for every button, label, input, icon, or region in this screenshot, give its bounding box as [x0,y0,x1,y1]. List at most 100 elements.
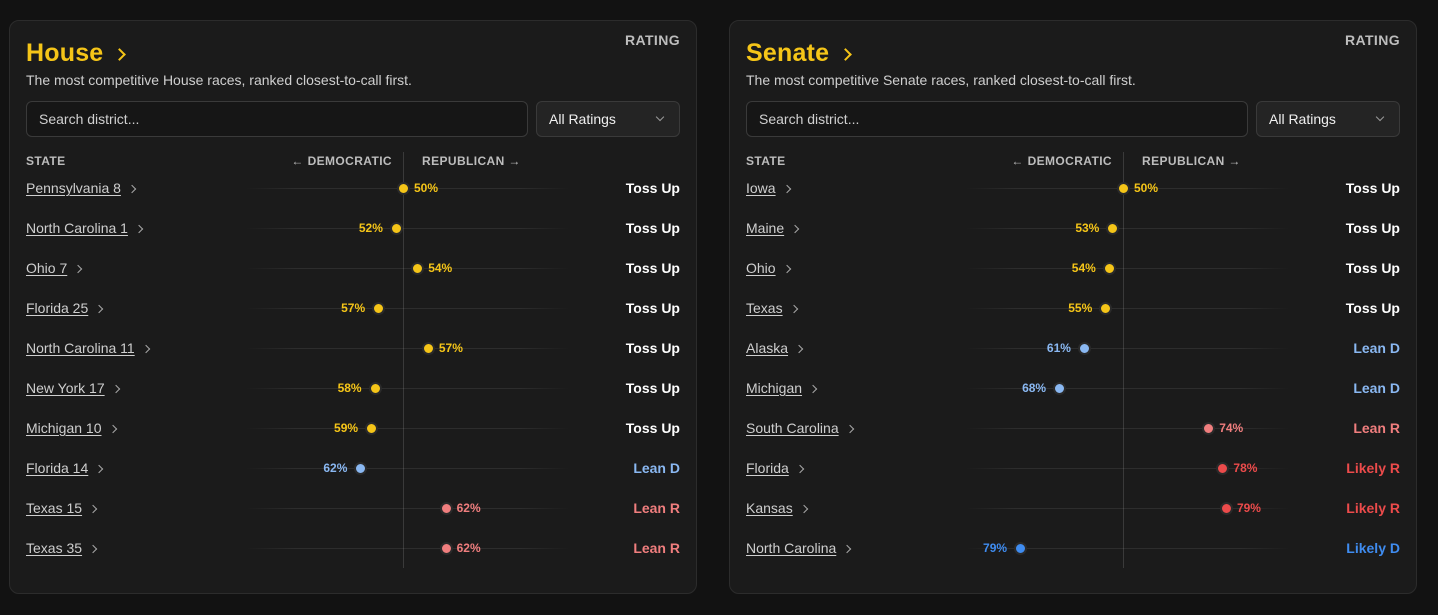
race-marker-dot [411,262,425,275]
race-track [246,548,570,549]
race-rating: Toss Up [1345,220,1400,236]
race-link[interactable]: Ohio 7 [26,260,67,276]
race-marker-dot [1117,182,1130,195]
race-marker-dot [1014,542,1028,555]
chevron-right-icon[interactable] [88,504,98,514]
chevron-right-icon[interactable] [94,304,104,314]
race-link[interactable]: Michigan 10 [26,420,102,436]
race-marker-dot [1106,222,1120,235]
race-row: Florida 14 62% Lean D [10,449,696,489]
race-percentage: 53% [1075,221,1100,235]
race-link[interactable]: Alaska [746,340,788,356]
race-track [246,228,570,229]
chevron-right-icon[interactable] [839,48,853,61]
race-rating: Lean D [1353,380,1400,396]
race-link[interactable]: Florida 25 [26,300,88,316]
rating-filter-select[interactable]: All Ratings [536,101,680,137]
column-header-rating: RATING [1344,32,1400,48]
chevron-right-icon[interactable] [111,384,121,394]
race-track [966,268,1290,269]
race-percentage: 62% [456,501,481,515]
race-rating: Likely R [1346,460,1400,476]
chevron-right-icon[interactable] [795,464,805,474]
race-rating: Toss Up [625,340,680,356]
race-rating: Toss Up [625,380,680,396]
race-link[interactable]: Ohio [746,260,776,276]
race-link[interactable]: New York 17 [26,380,105,396]
race-rating: Toss Up [625,260,680,276]
race-link[interactable]: Iowa [746,180,776,196]
race-track [966,308,1290,309]
chevron-down-icon [655,112,665,122]
race-link[interactable]: North Carolina 11 [26,340,135,356]
race-link[interactable]: Texas 35 [26,540,82,556]
race-marker-dot [1216,462,1230,475]
column-header-state: STATE [746,154,786,168]
race-link[interactable]: Maine [746,220,784,236]
chevron-right-icon[interactable] [113,48,127,61]
chevron-right-icon[interactable] [845,424,855,434]
race-track [966,348,1290,349]
race-marker-dot [1053,382,1067,395]
race-rating: Lean R [1353,420,1400,436]
chevron-right-icon[interactable] [73,264,83,274]
race-row: Texas 35 62% Lean R [10,529,696,569]
chevron-right-icon[interactable] [790,224,800,234]
race-percentage: 62% [323,461,348,475]
race-link[interactable]: Florida [746,460,789,476]
chevron-right-icon[interactable] [842,544,852,554]
race-track [966,228,1290,229]
race-marker-dot [354,462,368,475]
race-link[interactable]: Texas 15 [26,500,82,516]
chevron-right-icon[interactable] [141,344,151,354]
race-link[interactable]: Texas [746,300,783,316]
race-link[interactable]: Michigan [746,380,802,396]
arrow-left-icon: ← [291,154,304,168]
race-rating: Toss Up [1345,180,1400,196]
column-header-rating: RATING [624,32,680,48]
chevron-right-icon[interactable] [134,224,144,234]
race-percentage: 50% [414,181,439,195]
chevron-right-icon[interactable] [799,504,809,514]
search-input[interactable] [746,101,1248,137]
chevron-right-icon[interactable] [782,264,792,274]
chevron-right-icon[interactable] [94,464,104,474]
panel-title[interactable]: Senate [746,39,829,68]
column-header-state: STATE [26,154,66,168]
democratic-label: DEMOCRATIC [1027,154,1112,168]
race-link[interactable]: Florida 14 [26,460,88,476]
race-row: Ohio 7 54% Toss Up [10,249,696,289]
search-input[interactable] [26,101,528,137]
chevron-right-icon[interactable] [794,344,804,354]
column-header-republican: REPUBLICAN → [422,154,521,168]
chevron-right-icon[interactable] [127,184,137,194]
chevron-right-icon[interactable] [808,384,818,394]
race-row: Iowa 50% Toss Up [730,169,1416,209]
race-percentage: 57% [341,301,366,315]
chevron-right-icon[interactable] [789,304,799,314]
race-link[interactable]: North Carolina 1 [26,220,128,236]
chevron-right-icon[interactable] [108,424,118,434]
race-row: Ohio 54% Toss Up [730,249,1416,289]
race-link[interactable]: Pennsylvania 8 [26,180,121,196]
race-rating: Likely R [1346,500,1400,516]
rating-filter-select[interactable]: All Ratings [1256,101,1400,137]
rating-filter-value: All Ratings [1269,111,1336,127]
panel-title[interactable]: House [26,39,103,68]
senate-title-row[interactable]: Senate [746,39,853,68]
race-rating: Lean D [633,460,680,476]
race-percentage: 54% [428,261,453,275]
race-link[interactable]: South Carolina [746,420,839,436]
house-title-row[interactable]: House [26,39,127,68]
race-link[interactable]: North Carolina [746,540,836,556]
column-header-republican: REPUBLICAN → [1142,154,1241,168]
race-track [246,508,570,509]
race-percentage: 52% [358,221,383,235]
race-marker-dot [1102,262,1116,275]
column-header-democratic: ← DEMOCRATIC [291,154,392,168]
race-track [246,388,570,389]
chevron-right-icon[interactable] [782,184,792,194]
race-rating: Toss Up [625,220,680,236]
chevron-right-icon[interactable] [88,544,98,554]
race-link[interactable]: Kansas [746,500,793,516]
